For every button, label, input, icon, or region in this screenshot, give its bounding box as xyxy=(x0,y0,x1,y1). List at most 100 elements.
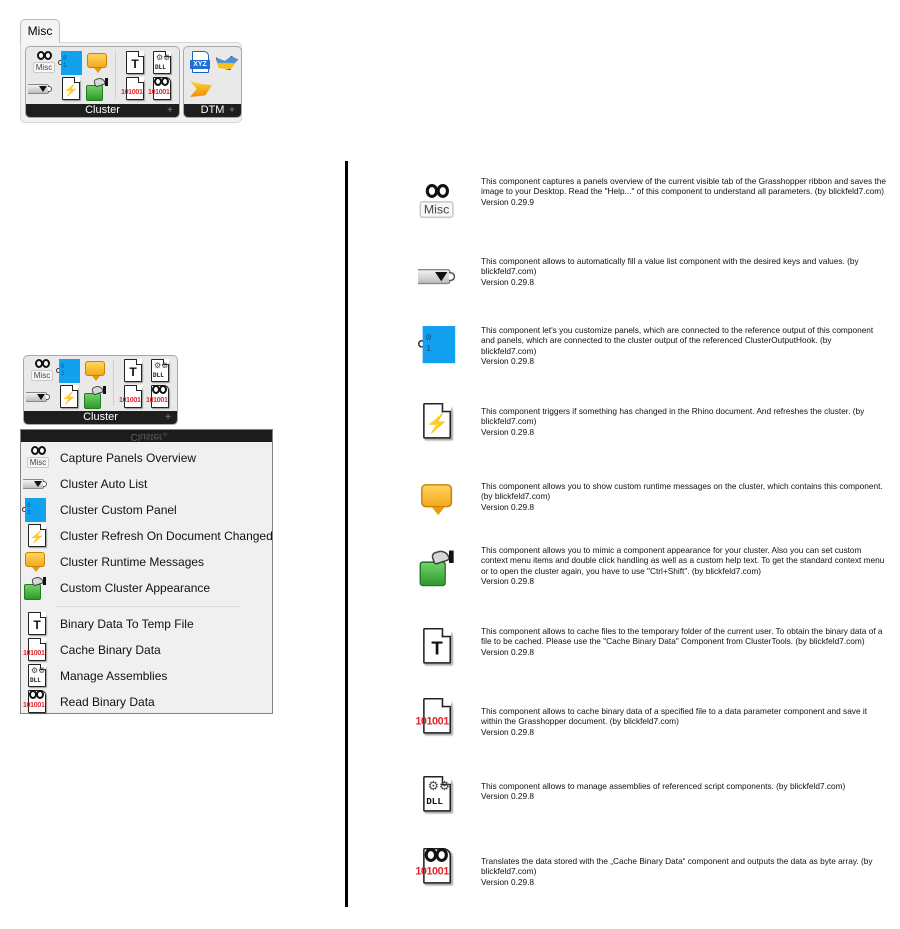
binary-eyes-document-icon: 101001 xyxy=(23,690,48,714)
cluster-refresh-button[interactable]: ⚡ xyxy=(58,385,82,409)
menu-item-label: Read Binary Data xyxy=(60,695,155,709)
version-label: Version 0.29.8 xyxy=(481,501,535,512)
menu-item-manage-assemblies[interactable]: ⚙⚙ DLL Manage Assemblies xyxy=(21,663,272,689)
menu-item-capture-panels-overview[interactable]: Misc Capture Panels Overview xyxy=(21,445,272,471)
menu-item-cluster-refresh[interactable]: ⚡ Cluster Refresh On Document Changed xyxy=(21,523,273,549)
binary-data-to-temp-file-button[interactable]: T xyxy=(122,359,146,383)
cluster-panel-expanded: Misc ⚡ T ⚙⚙DLL 101001 101001 Cluster + xyxy=(23,355,178,425)
menu-item-cluster-runtime-messages[interactable]: Cluster Runtime Messages xyxy=(21,549,272,575)
cluster-panel-expand-icon[interactable]: + xyxy=(163,411,173,424)
blue-panel-icon xyxy=(56,359,80,383)
cluster-auto-list-button[interactable] xyxy=(26,385,50,409)
custom-cluster-appearance-button[interactable] xyxy=(83,384,107,409)
lightning-document-icon: ⚡ xyxy=(58,385,80,409)
cluster-panel: Misc ⚡ T ⚙⚙DLL xyxy=(25,46,180,118)
text-document-icon: T xyxy=(124,51,146,75)
value-list-icon xyxy=(23,472,47,496)
cluster-runtime-messages-button[interactable] xyxy=(85,51,109,75)
misc-eyes-icon: Misc xyxy=(30,359,54,383)
description-text: This component allows to cache files to … xyxy=(481,626,883,647)
menu-item-cluster-auto-list[interactable]: Cluster Auto List xyxy=(21,471,272,497)
menu-item-binary-data-to-temp-file[interactable]: T Binary Data To Temp File xyxy=(21,611,272,637)
manage-assemblies-button[interactable]: ⚙⚙ DLL xyxy=(149,359,173,383)
menu-item-label: Capture Panels Overview xyxy=(60,451,197,465)
menu-item-cache-binary-data[interactable]: 101001 Cache Binary Data xyxy=(21,637,272,663)
binary-document-icon: 101001 xyxy=(23,638,48,662)
menu-separator xyxy=(57,606,240,607)
vertical-divider xyxy=(345,161,348,907)
dll-document-icon: ⚙⚙ DLL xyxy=(26,664,48,688)
dtm-panel: XYZ DTM + xyxy=(183,46,242,118)
menu-item-label: Manage Assemblies xyxy=(60,669,168,683)
menu-item-read-binary-data[interactable]: 101001 Read Binary Data xyxy=(21,689,272,715)
custom-cluster-appearance-button[interactable] xyxy=(85,76,109,101)
read-binary-data-button[interactable]: 101001 xyxy=(148,77,175,101)
menu-header: Cluster + xyxy=(21,430,272,442)
binary-data-to-temp-file-button[interactable]: T xyxy=(124,51,148,75)
version-label: Version 0.29.8 xyxy=(481,276,535,287)
value-list-icon xyxy=(26,385,50,409)
manage-assemblies-button[interactable]: ⚙⚙ DLL xyxy=(151,51,175,75)
menu-header-plus-icon: + xyxy=(162,430,168,441)
green-box-hand-icon xyxy=(85,76,109,101)
version-label: Version 0.29.8 xyxy=(481,726,535,737)
menu-item-cluster-custom-panel[interactable]: Cluster Custom Panel xyxy=(21,497,272,523)
version-label: Version 0.29.9 xyxy=(481,196,535,207)
cluster-panel-title[interactable]: Cluster xyxy=(26,104,179,117)
lightning-document-icon: ⚡ xyxy=(60,77,82,101)
blue-panel-icon xyxy=(418,326,456,364)
menu-item-label: Cluster Refresh On Document Changed xyxy=(60,529,273,543)
cluster-runtime-messages-button[interactable] xyxy=(83,359,107,383)
menu-item-label: Cluster Runtime Messages xyxy=(60,555,205,569)
cluster-custom-panel-button[interactable] xyxy=(58,51,82,75)
text-document-icon: T xyxy=(122,359,144,383)
terrain-surface-icon xyxy=(215,51,239,75)
read-binary-data-button[interactable]: 101001 xyxy=(146,385,173,409)
cache-binary-data-button[interactable]: 101001 xyxy=(121,77,148,101)
description-text: This component triggers if something has… xyxy=(481,406,865,427)
lightning-document-icon: ⚡ xyxy=(26,524,48,548)
panel-separator xyxy=(113,360,114,406)
capture-panels-overview-button[interactable]: Misc xyxy=(32,51,56,75)
value-list-icon xyxy=(418,258,456,295)
menu-item-label: Cluster Custom Panel xyxy=(60,503,177,517)
speech-bubble-icon xyxy=(85,51,109,75)
dtm-surface-button[interactable] xyxy=(215,51,239,75)
version-label: Version 0.29.8 xyxy=(481,646,535,657)
menu-item-label: Cache Binary Data xyxy=(60,643,161,657)
version-label: Version 0.29.8 xyxy=(481,356,535,367)
dtm-xyz-button[interactable]: XYZ xyxy=(189,51,213,75)
description-text: This component allows you to show custom… xyxy=(481,481,883,502)
menu-item-custom-cluster-appearance[interactable]: Custom Cluster Appearance xyxy=(21,575,272,601)
misc-eyes-icon: Misc xyxy=(26,446,50,470)
version-label: Version 0.29.8 xyxy=(481,876,535,887)
description-text: This component let's you customize panel… xyxy=(481,325,874,356)
cache-binary-data-button[interactable]: 101001 xyxy=(119,385,146,409)
misc-eyes-icon: Misc xyxy=(32,51,56,75)
capture-panels-overview-button[interactable]: Misc xyxy=(30,359,54,383)
menu-item-label: Cluster Auto List xyxy=(60,477,148,491)
cluster-panel-title[interactable]: Cluster xyxy=(24,411,177,424)
dtm-panel-expand-icon[interactable]: + xyxy=(227,104,237,117)
menu-item-label: Binary Data To Temp File xyxy=(60,617,194,631)
cluster-auto-list-button[interactable] xyxy=(28,77,52,101)
cluster-refresh-button[interactable]: ⚡ xyxy=(60,77,84,101)
description-text: This component captures a panels overvie… xyxy=(481,176,886,197)
cluster-custom-panel-button[interactable] xyxy=(56,359,80,383)
green-box-hand-icon xyxy=(83,384,107,409)
dtm-mesh-button[interactable] xyxy=(189,77,213,101)
description-text: Translates the data stored with the „Cac… xyxy=(481,856,873,877)
binary-document-icon: 101001 xyxy=(119,385,144,409)
green-box-hand-icon xyxy=(418,548,455,587)
text-document-icon: T xyxy=(26,612,48,636)
xyz-file-icon: XYZ xyxy=(189,51,213,75)
panel-separator xyxy=(115,51,116,99)
blue-panel-icon xyxy=(22,498,46,522)
dll-document-icon: ⚙⚙ DLL xyxy=(151,51,173,75)
tab-misc[interactable]: Misc xyxy=(20,19,60,43)
dll-document-icon: ⚙⚙ DLL xyxy=(149,359,171,383)
menu-header-label: Cluster xyxy=(130,431,163,442)
cluster-panel-expand-icon[interactable]: + xyxy=(165,104,175,117)
ribbon-body: Misc ⚡ T ⚙⚙DLL xyxy=(20,42,242,123)
blue-panel-icon xyxy=(58,51,82,75)
